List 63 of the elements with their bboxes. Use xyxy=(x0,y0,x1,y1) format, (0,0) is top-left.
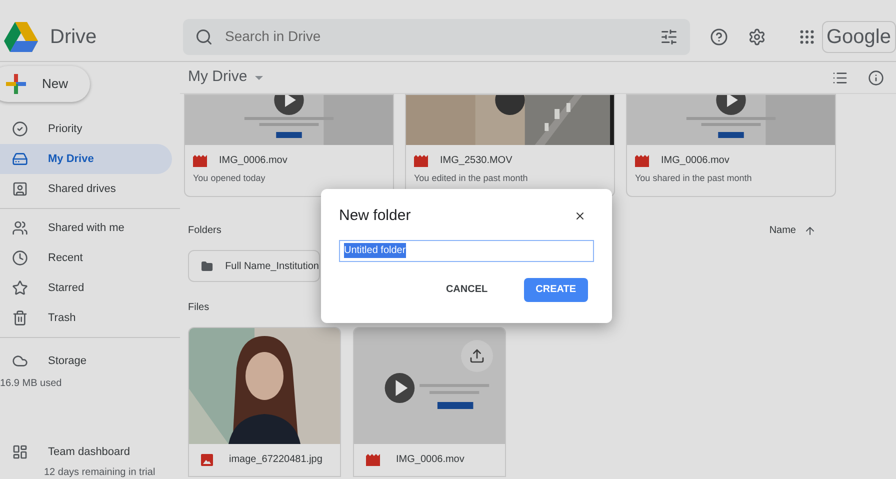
star-icon xyxy=(12,280,28,296)
folder-item[interactable]: Full Name_Institution xyxy=(188,250,320,282)
help-icon[interactable] xyxy=(710,28,728,46)
file-name: IMG_0006.mov xyxy=(219,154,288,168)
nav-item[interactable]: Starred xyxy=(0,273,172,303)
search-field[interactable]: Search in Drive xyxy=(183,18,690,54)
image-file-icon xyxy=(201,454,213,466)
apps-grid-icon[interactable] xyxy=(798,28,816,46)
sort-arrow-icon[interactable] xyxy=(804,224,816,236)
team-dashboard-label[interactable]: Team dashboard xyxy=(48,444,130,460)
file-name: IMG_2530.MOV xyxy=(440,154,512,168)
cloud-icon xyxy=(12,353,28,369)
file-name: image_67220481.jpg xyxy=(229,453,322,467)
folder-name-field[interactable]: Untitled folder xyxy=(339,240,594,262)
file-name: IMG_0006.mov xyxy=(661,154,730,168)
nav-item[interactable]: My Drive xyxy=(0,144,172,174)
file-name: IMG_0006.mov xyxy=(396,453,464,467)
file-activity: You edited in the past month xyxy=(413,172,529,185)
video-file-icon xyxy=(366,454,380,466)
create-button[interactable]: CREATE xyxy=(524,278,588,302)
dashboard-icon xyxy=(12,444,28,460)
filter-icon[interactable] xyxy=(660,28,678,46)
drive-icon xyxy=(12,151,28,167)
trash-icon xyxy=(12,310,28,326)
location-title[interactable]: My Drive xyxy=(188,66,248,89)
drive-logo-icon xyxy=(4,22,38,52)
sort-label[interactable]: Name xyxy=(769,223,796,238)
dialog-title: New folder xyxy=(339,206,411,226)
file-activity: You opened today xyxy=(192,172,266,185)
app-name: Drive xyxy=(50,24,97,50)
video-file-icon xyxy=(193,154,207,166)
folders-heading: Folders xyxy=(188,224,222,238)
info-icon[interactable] xyxy=(868,70,884,86)
caret-icon[interactable] xyxy=(255,76,264,80)
search-icon xyxy=(195,28,213,46)
shared-drive-icon xyxy=(12,181,28,197)
close-icon[interactable] xyxy=(574,210,586,222)
folder-icon xyxy=(201,258,214,274)
account-label[interactable]: Google xyxy=(822,20,896,52)
nav-item[interactable]: Recent xyxy=(0,243,172,273)
file-card[interactable]: IMG_0006.mov xyxy=(353,327,506,477)
video-file-icon xyxy=(635,154,649,166)
plus-icon xyxy=(6,74,26,94)
cancel-button[interactable]: CANCEL xyxy=(434,278,500,302)
file-card[interactable]: image_67220481.jpg xyxy=(188,327,341,477)
storage-used: 16.9 MB used xyxy=(0,377,63,391)
nav-item[interactable]: Trash xyxy=(0,303,172,333)
storage-label[interactable]: Storage xyxy=(48,352,87,370)
video-file-icon xyxy=(414,154,428,166)
file-card[interactable]: IMG_0006.mov You shared in the past month xyxy=(626,94,836,197)
settings-icon[interactable] xyxy=(748,28,766,46)
people-icon xyxy=(12,220,28,236)
file-activity: You shared in the past month xyxy=(634,172,753,185)
nav-item[interactable]: Priority xyxy=(0,114,172,144)
list-view-icon[interactable] xyxy=(832,70,848,86)
clock-icon xyxy=(12,250,28,266)
check-circle-icon xyxy=(12,121,28,137)
files-heading: Files xyxy=(187,301,210,315)
file-card[interactable]: IMG_0006.mov You opened today xyxy=(184,94,394,197)
trial-note: 12 days remaining in trial xyxy=(43,466,156,479)
nav-item[interactable]: Shared with me xyxy=(0,213,172,243)
nav-item[interactable]: Shared drives xyxy=(0,174,172,204)
new-button[interactable]: New xyxy=(0,66,90,102)
